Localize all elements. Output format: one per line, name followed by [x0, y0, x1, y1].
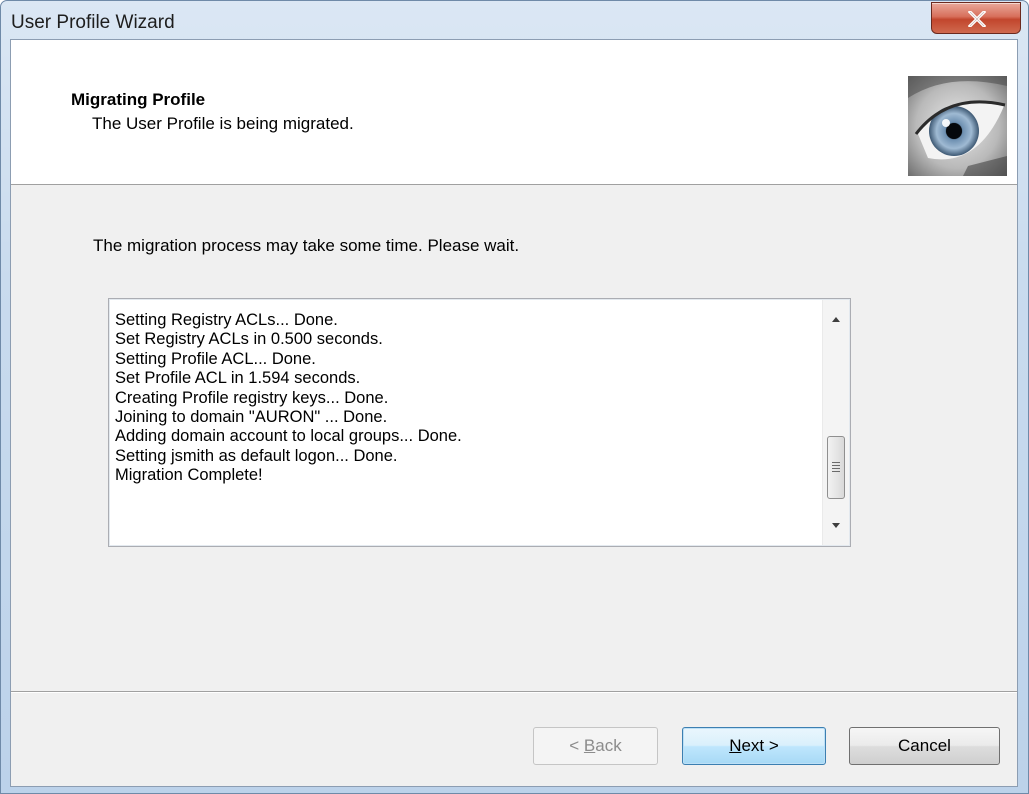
back-prefix: < [569, 736, 584, 755]
back-button[interactable]: < Back [533, 727, 658, 765]
eye-image-icon [908, 76, 1007, 176]
back-mnemonic: B [583, 736, 596, 755]
scroll-down-arrow-icon [832, 523, 840, 528]
log-line: Adding domain account to local groups...… [115, 427, 462, 446]
next-rest: ext > [741, 736, 779, 755]
scrollbar-thumb[interactable] [827, 436, 845, 499]
next-button[interactable]: Next > [682, 727, 826, 765]
log-line: Setting Registry ACLs... Done. [115, 311, 338, 329]
log-line: Set Profile ACL in 1.594 seconds. [115, 369, 361, 388]
scroll-up-arrow-icon [832, 317, 840, 322]
window-title: User Profile Wizard [11, 12, 175, 33]
log-line: Joining to domain "AURON" ... Done. [115, 408, 388, 427]
vertical-scrollbar[interactable] [822, 300, 849, 545]
log-line: Set Registry ACLs in 0.500 seconds. [115, 330, 383, 349]
close-button[interactable] [931, 2, 1021, 34]
wizard-client-area: Migrating Profile The User Profile is be… [10, 39, 1018, 787]
log-line: Migration Complete! [115, 466, 263, 485]
page-title: Migrating Profile [71, 90, 206, 109]
cancel-button[interactable]: Cancel [849, 727, 1000, 765]
back-rest: ack [595, 736, 622, 755]
title-bar[interactable]: User Profile Wizard [1, 1, 1028, 39]
page-subtitle: The User Profile is being migrated. [92, 114, 354, 133]
footer-separator [11, 691, 1017, 693]
log-line: Creating Profile registry keys... Done. [115, 388, 389, 407]
close-icon [968, 11, 986, 27]
instruction-text: The migration process may take some time… [93, 236, 520, 255]
scroll-up-button[interactable] [823, 306, 849, 332]
scroll-down-button[interactable] [823, 513, 849, 539]
log-line: Setting Profile ACL... Done. [115, 349, 316, 368]
grip-icon [832, 462, 840, 474]
next-mnemonic: N [729, 736, 742, 755]
wizard-header: Migrating Profile The User Profile is be… [11, 40, 1017, 185]
wizard-window: User Profile Wizard Migrating Profile Th… [0, 0, 1029, 794]
migration-log[interactable]: Setting Registry ACLs... Done. Set Regis… [108, 298, 851, 547]
log-line: Setting jsmith as default logon... Done. [115, 446, 398, 465]
log-lines: Setting Registry ACLs... Done. Set Regis… [115, 311, 815, 486]
